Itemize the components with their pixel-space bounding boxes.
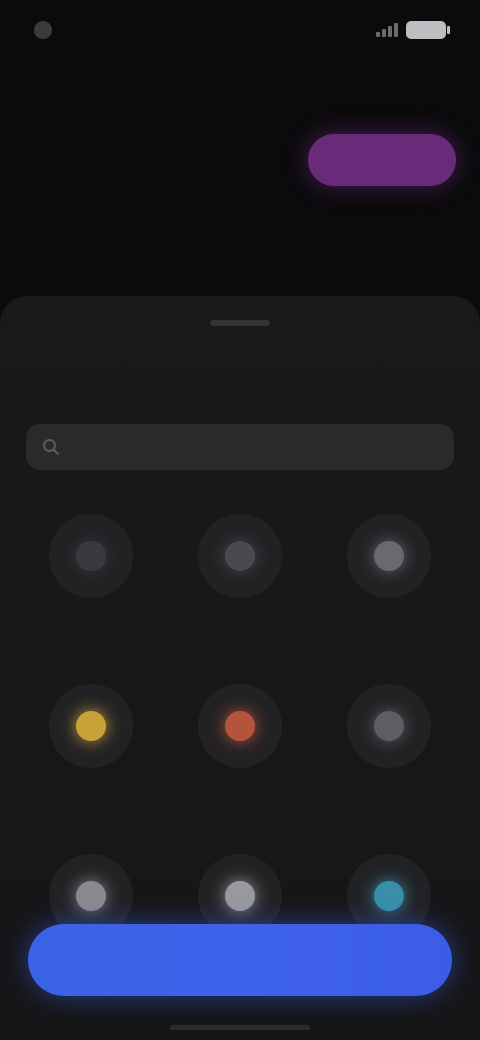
option-item[interactable] [315,504,464,654]
battery-icon [406,21,450,39]
search-bar[interactable] [26,424,454,470]
home-indicator [170,1025,310,1030]
drop-icon [374,881,405,911]
tab-third-active[interactable] [308,134,456,186]
search-icon [43,439,59,455]
signal-icon [376,23,398,37]
option-item[interactable] [16,674,165,824]
tab-second[interactable] [178,134,308,186]
circle-icon [75,881,106,911]
option-icon-container [48,514,133,598]
flame-icon [224,711,255,741]
option-icon-container [347,684,432,768]
circle-icon [224,881,255,911]
option-item[interactable] [165,674,314,824]
circle-icon [374,711,405,741]
sheet-grabber[interactable] [210,320,270,326]
status-bar [0,0,480,60]
option-icon-container [347,514,432,598]
status-right [376,21,450,39]
segmented-tabs [28,132,456,188]
search-input[interactable] [70,438,438,456]
option-icon-container [197,514,282,598]
circle-icon [75,541,106,571]
option-icon-container [197,684,282,768]
tab-first[interactable] [28,134,178,186]
sun-icon [75,711,106,741]
status-left [34,21,60,39]
option-grid [16,504,464,994]
option-item[interactable] [16,504,165,654]
option-item[interactable] [315,674,464,824]
option-item[interactable] [165,504,314,654]
circle-icon [224,541,255,571]
primary-action-button[interactable] [28,924,452,996]
option-icon-container [48,684,133,768]
circle-icon [374,541,405,571]
app-indicator-icon [34,21,52,39]
app-screen [0,0,480,1040]
